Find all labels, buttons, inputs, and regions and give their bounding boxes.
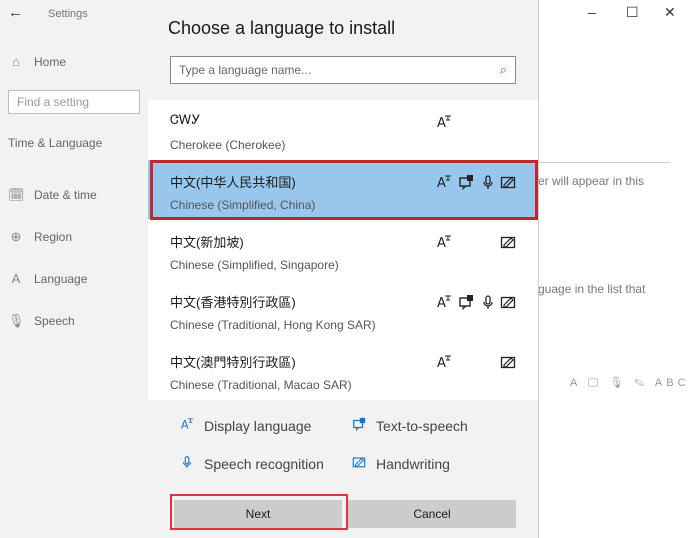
back-arrow-icon[interactable]: ←: [8, 4, 23, 21]
svg-text:A: A: [437, 356, 446, 370]
speech-recognition-icon: [480, 174, 496, 193]
legend-handwriting: Handwriting: [352, 455, 450, 472]
nav-region[interactable]: ⊕ Region: [8, 229, 72, 245]
language-search-box[interactable]: ⌕: [170, 56, 516, 84]
legend-label: Display language: [204, 417, 312, 434]
language-item-selected[interactable]: 中文(中华人民共和国) Chinese (Simplified, China) …: [148, 160, 538, 219]
globe-icon: ⊕: [10, 229, 22, 244]
legend-display-language: A Display language: [180, 417, 312, 434]
app-title: Settings: [48, 8, 88, 20]
language-icon: A: [11, 271, 21, 286]
language-item[interactable]: 中文(澳門特別行政區) Chinese (Traditional, Macao …: [148, 340, 538, 399]
language-name: 中文(澳門特別行政區): [170, 355, 296, 370]
nav-home[interactable]: ⌂ Home: [8, 54, 66, 69]
nav-language[interactable]: A Language: [8, 271, 88, 286]
text-to-speech-icon: [458, 294, 474, 313]
display-language-icon: A: [436, 294, 452, 313]
speech-recognition-icon: [480, 294, 496, 313]
calendar-icon: 🗓: [8, 187, 25, 202]
display-language-icon: A: [436, 234, 452, 253]
nav-label: Speech: [34, 314, 75, 328]
choose-language-dialog: Choose a language to install ⌕ ᏣᎳᎩ Chero…: [148, 0, 539, 538]
nav-speech[interactable]: 🎙 Speech: [8, 313, 75, 329]
dialog-title: Choose a language to install: [168, 18, 396, 38]
cancel-button[interactable]: Cancel: [348, 500, 516, 528]
handwriting-icon: [500, 174, 516, 193]
legend-label: Speech recognition: [204, 455, 324, 472]
background-text: er will appear in this: [538, 174, 645, 188]
handwriting-icon: [500, 234, 516, 253]
display-language-icon: A: [436, 114, 452, 133]
language-description: Chinese (Traditional, Macao SAR): [170, 378, 352, 392]
svg-text:A: A: [437, 296, 446, 310]
language-name: ᏣᎳᎩ: [170, 112, 201, 127]
display-language-icon: A: [436, 174, 452, 193]
language-search-input[interactable]: [171, 57, 497, 83]
find-setting-input[interactable]: Find a setting: [8, 90, 140, 114]
home-icon: ⌂: [12, 54, 20, 69]
background-dropdown: [536, 138, 670, 163]
svg-text:A: A: [181, 417, 189, 431]
section-heading: Time & Language: [8, 136, 103, 150]
legend-text-to-speech: Text-to-speech: [352, 417, 468, 434]
background-feature-icons: A 🖵 🎙 ✎ ABC: [570, 377, 690, 389]
language-name: 中文(新加坡): [170, 235, 244, 250]
language-name: 中文(中华人民共和国): [170, 175, 296, 190]
handwriting-icon: [352, 455, 366, 472]
svg-text:A: A: [437, 236, 446, 250]
text-to-speech-icon: [458, 174, 474, 193]
close-button[interactable]: ✕: [664, 4, 676, 21]
language-description: Cherokee (Cherokee): [170, 138, 286, 152]
minimize-button[interactable]: –: [588, 4, 596, 20]
handwriting-icon: [500, 294, 516, 313]
next-button[interactable]: Next: [174, 500, 342, 528]
display-language-icon: A: [436, 354, 452, 373]
language-item[interactable]: 中文(新加坡) Chinese (Simplified, Singapore) …: [148, 220, 538, 279]
language-description: Chinese (Traditional, Hong Kong SAR): [170, 318, 376, 332]
nav-label: Region: [34, 230, 73, 244]
language-description: Chinese (Simplified, China): [170, 198, 316, 212]
nav-date-time[interactable]: 🗓 Date & time: [8, 187, 97, 203]
maximize-button[interactable]: ☐: [626, 4, 639, 21]
settings-sidebar: ← Settings ⌂ Home Find a setting Time & …: [0, 0, 148, 538]
text-to-speech-icon: [352, 417, 366, 434]
language-list[interactable]: ᏣᎳᎩ Cherokee (Cherokee) A 中文(中华人民共和国) Ch…: [148, 100, 538, 400]
nav-label: Language: [34, 271, 88, 286]
language-item[interactable]: ᏣᎳᎩ Cherokee (Cherokee) A: [148, 100, 538, 159]
language-description: Chinese (Simplified, Singapore): [170, 258, 339, 272]
language-item[interactable]: 中文(香港特別行政區) Chinese (Traditional, Hong K…: [148, 280, 538, 339]
background-text: guage in the list that: [538, 282, 646, 296]
search-icon: ⌕: [499, 62, 507, 77]
legend-speech-recognition: Speech recognition: [180, 455, 324, 472]
language-name: 中文(香港特別行政區): [170, 295, 296, 310]
nav-label: Date & time: [34, 188, 97, 202]
handwriting-icon: [500, 354, 516, 373]
display-language-icon: A: [180, 417, 194, 434]
legend-label: Handwriting: [376, 455, 450, 472]
svg-text:A: A: [437, 116, 446, 130]
speech-recognition-icon: [180, 455, 194, 472]
microphone-icon: 🎙: [8, 313, 25, 328]
svg-text:A: A: [437, 176, 446, 190]
nav-label: Home: [34, 54, 67, 69]
legend-label: Text-to-speech: [376, 417, 468, 434]
